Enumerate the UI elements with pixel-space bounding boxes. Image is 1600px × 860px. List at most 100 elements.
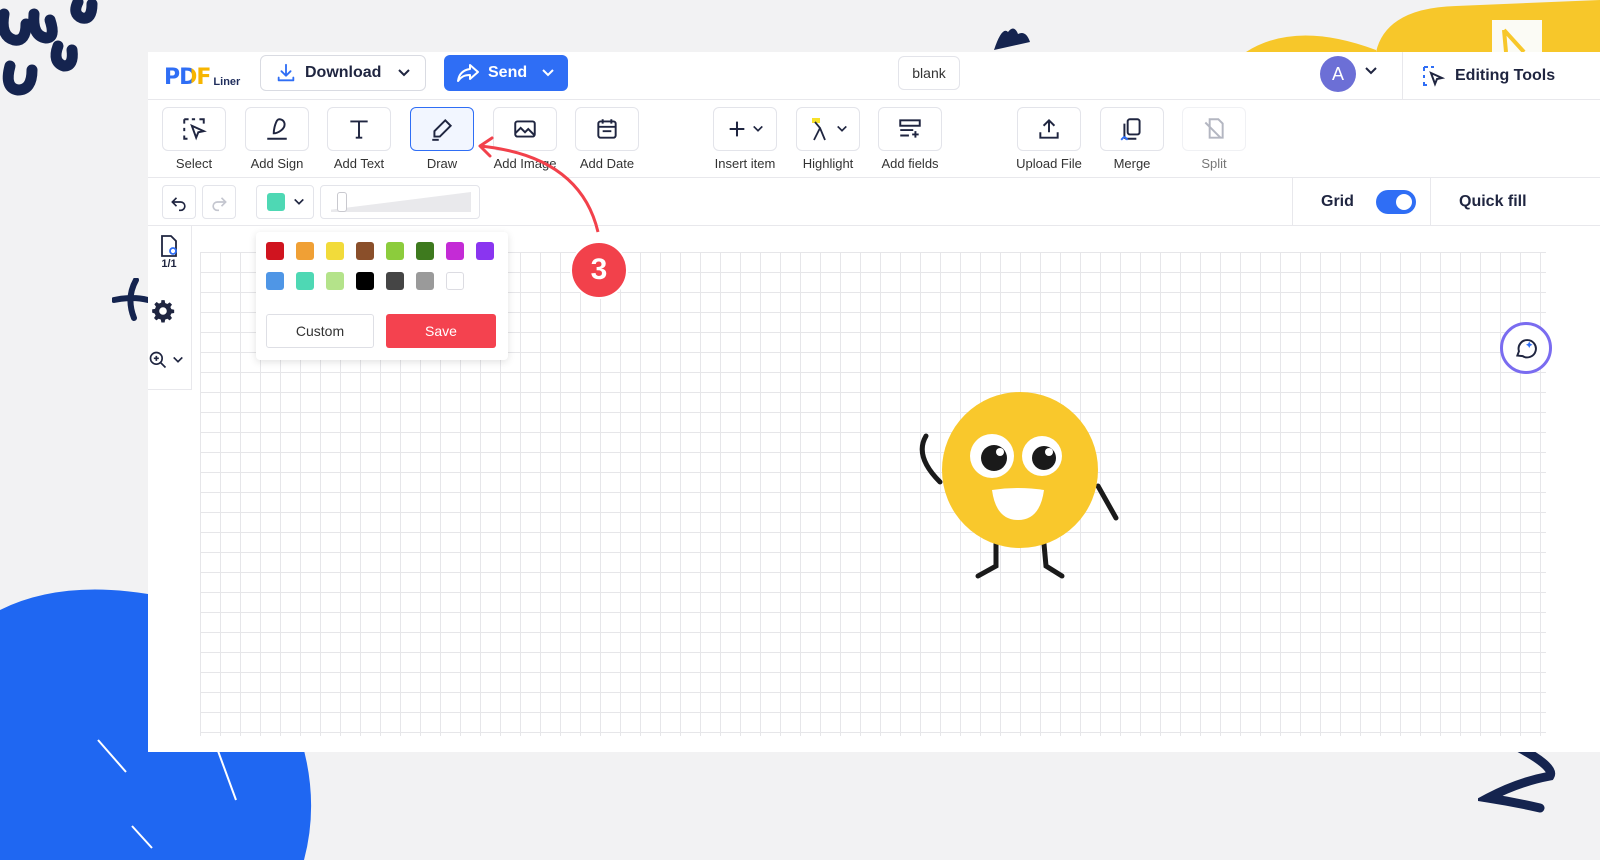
page-thumbnails-button[interactable]: 1/1 (150, 234, 188, 270)
grid-toggle[interactable] (1375, 190, 1416, 214)
tool-insert-item[interactable]: Insert item (710, 107, 780, 171)
ai-assistant-button[interactable] (1500, 322, 1552, 374)
tool-split-box[interactable] (1182, 107, 1246, 151)
chevron-down-icon (837, 125, 847, 132)
decor-mark-left (112, 278, 151, 321)
decor-doodle-topleft (0, 0, 98, 96)
quick-fill-label: Quick fill (1459, 193, 1527, 210)
tool-select[interactable]: Select (159, 107, 229, 171)
tool-merge-box[interactable] (1100, 107, 1164, 151)
undo-button[interactable] (162, 185, 196, 219)
tool-add-fields-box[interactable] (878, 107, 942, 151)
color-swatch-purple[interactable] (476, 242, 494, 260)
tool-highlight[interactable]: Highlight (793, 107, 863, 171)
split-icon (1204, 118, 1224, 139)
color-swatch-brown[interactable] (356, 242, 374, 260)
page-document-icon (161, 235, 177, 257)
tool-add-date[interactable]: Add Date (572, 107, 642, 171)
tool-draw[interactable]: Draw (407, 107, 477, 171)
color-swatch-dark-gray[interactable] (386, 272, 404, 290)
pencil-icon (432, 118, 453, 141)
pdfliner-logo[interactable]: PDF Liner (164, 62, 240, 90)
color-palette-popup: Custom Save (256, 232, 508, 360)
chevron-down-icon (542, 69, 554, 77)
save-color-button[interactable]: Save (386, 314, 496, 348)
tool-add-text-box[interactable] (327, 107, 391, 151)
chevron-down-icon (173, 356, 183, 363)
logo-wordmark: PDF (164, 65, 211, 90)
color-swatch-light-green[interactable] (386, 242, 404, 260)
custom-color-button[interactable]: Custom (266, 314, 374, 348)
zoom-in-icon (149, 351, 167, 369)
stroke-width-slider[interactable] (320, 185, 480, 219)
download-label: Download (305, 64, 382, 81)
tool-upload-file[interactable]: Upload File (1014, 107, 1084, 171)
tool-highlight-box[interactable] (796, 107, 860, 151)
tool-add-image[interactable]: Add Image (490, 107, 560, 171)
tool-add-image-box[interactable] (493, 107, 557, 151)
tool-merge[interactable]: Merge (1097, 107, 1167, 171)
color-swatch-pale-green[interactable] (326, 272, 344, 290)
color-swatch-yellow[interactable] (326, 242, 344, 260)
tool-add-date-label: Add Date (579, 156, 635, 171)
send-button[interactable]: Send (444, 55, 568, 91)
color-swatch-dark-green[interactable] (416, 242, 434, 260)
tool-add-date-box[interactable] (575, 107, 639, 151)
editing-tools-button[interactable]: Editing Tools (1402, 52, 1600, 100)
tool-add-sign[interactable]: Add Sign (242, 107, 312, 171)
tool-add-sign-box[interactable] (245, 107, 309, 151)
merge-icon (1120, 118, 1141, 141)
selected-color-swatch (267, 193, 285, 211)
color-swatch-orange[interactable] (296, 242, 314, 260)
tool-select-label: Select (175, 156, 213, 171)
pdf-editor-window: PDF Liner Download Send blank A Editing … (148, 52, 1600, 752)
cursor-select-icon (1423, 66, 1445, 87)
page-count-text: 1/1 (161, 258, 177, 270)
color-swatch-black[interactable] (356, 272, 374, 290)
color-swatch-white[interactable] (446, 272, 464, 290)
add-fields-icon (899, 119, 921, 138)
stroke-width-knob[interactable] (337, 192, 347, 212)
image-icon (514, 120, 536, 138)
undo-icon (171, 197, 186, 212)
tool-draw-box[interactable] (410, 107, 474, 151)
editing-tools-label: Editing Tools (1455, 67, 1556, 84)
tool-highlight-label: Highlight (802, 156, 854, 171)
send-label: Send (488, 64, 528, 81)
highlighter-icon (812, 118, 826, 141)
tools-ribbon: Select Add Sign Add Text Draw Add Image … (148, 100, 1600, 178)
color-swatch-gray[interactable] (416, 272, 434, 290)
tool-upload-file-label: Upload File (1016, 156, 1082, 171)
tool-add-fields-label: Add fields (881, 156, 939, 171)
tool-add-fields[interactable]: Add fields (875, 107, 945, 171)
pen-color-dropdown[interactable] (256, 185, 314, 219)
tool-upload-file-box[interactable] (1017, 107, 1081, 151)
tool-insert-item-label: Insert item (714, 156, 776, 171)
color-swatch-teal[interactable] (296, 272, 314, 290)
draw-options-bar: Grid Quick fill (148, 178, 1600, 226)
zoom-dropdown[interactable] (148, 350, 184, 370)
tool-draw-label: Draw (426, 156, 458, 171)
document-name-field[interactable]: blank (898, 56, 960, 90)
chevron-down-icon[interactable] (1364, 64, 1378, 78)
user-avatar[interactable]: A (1320, 56, 1356, 92)
tool-split[interactable]: Split (1179, 107, 1249, 171)
color-swatch-red[interactable] (266, 242, 284, 260)
gear-icon[interactable] (150, 298, 176, 324)
redo-button[interactable] (202, 185, 236, 219)
logo-sub: Liner (213, 76, 241, 88)
top-bar: PDF Liner Download Send blank A Editing … (148, 52, 1600, 100)
tool-select-box[interactable] (162, 107, 226, 151)
tool-add-text-label: Add Text (333, 156, 385, 171)
chevron-down-icon (753, 125, 763, 132)
color-swatch-magenta[interactable] (446, 242, 464, 260)
color-swatches (266, 242, 494, 290)
tool-add-text[interactable]: Add Text (324, 107, 394, 171)
color-swatch-blue[interactable] (266, 272, 284, 290)
upload-icon (1039, 118, 1059, 139)
tool-insert-item-box[interactable] (713, 107, 777, 151)
calendar-icon (597, 119, 617, 139)
quick-fill-button[interactable]: Quick fill (1430, 178, 1600, 226)
tool-add-sign-label: Add Sign (250, 156, 304, 171)
download-button[interactable]: Download (260, 55, 426, 91)
